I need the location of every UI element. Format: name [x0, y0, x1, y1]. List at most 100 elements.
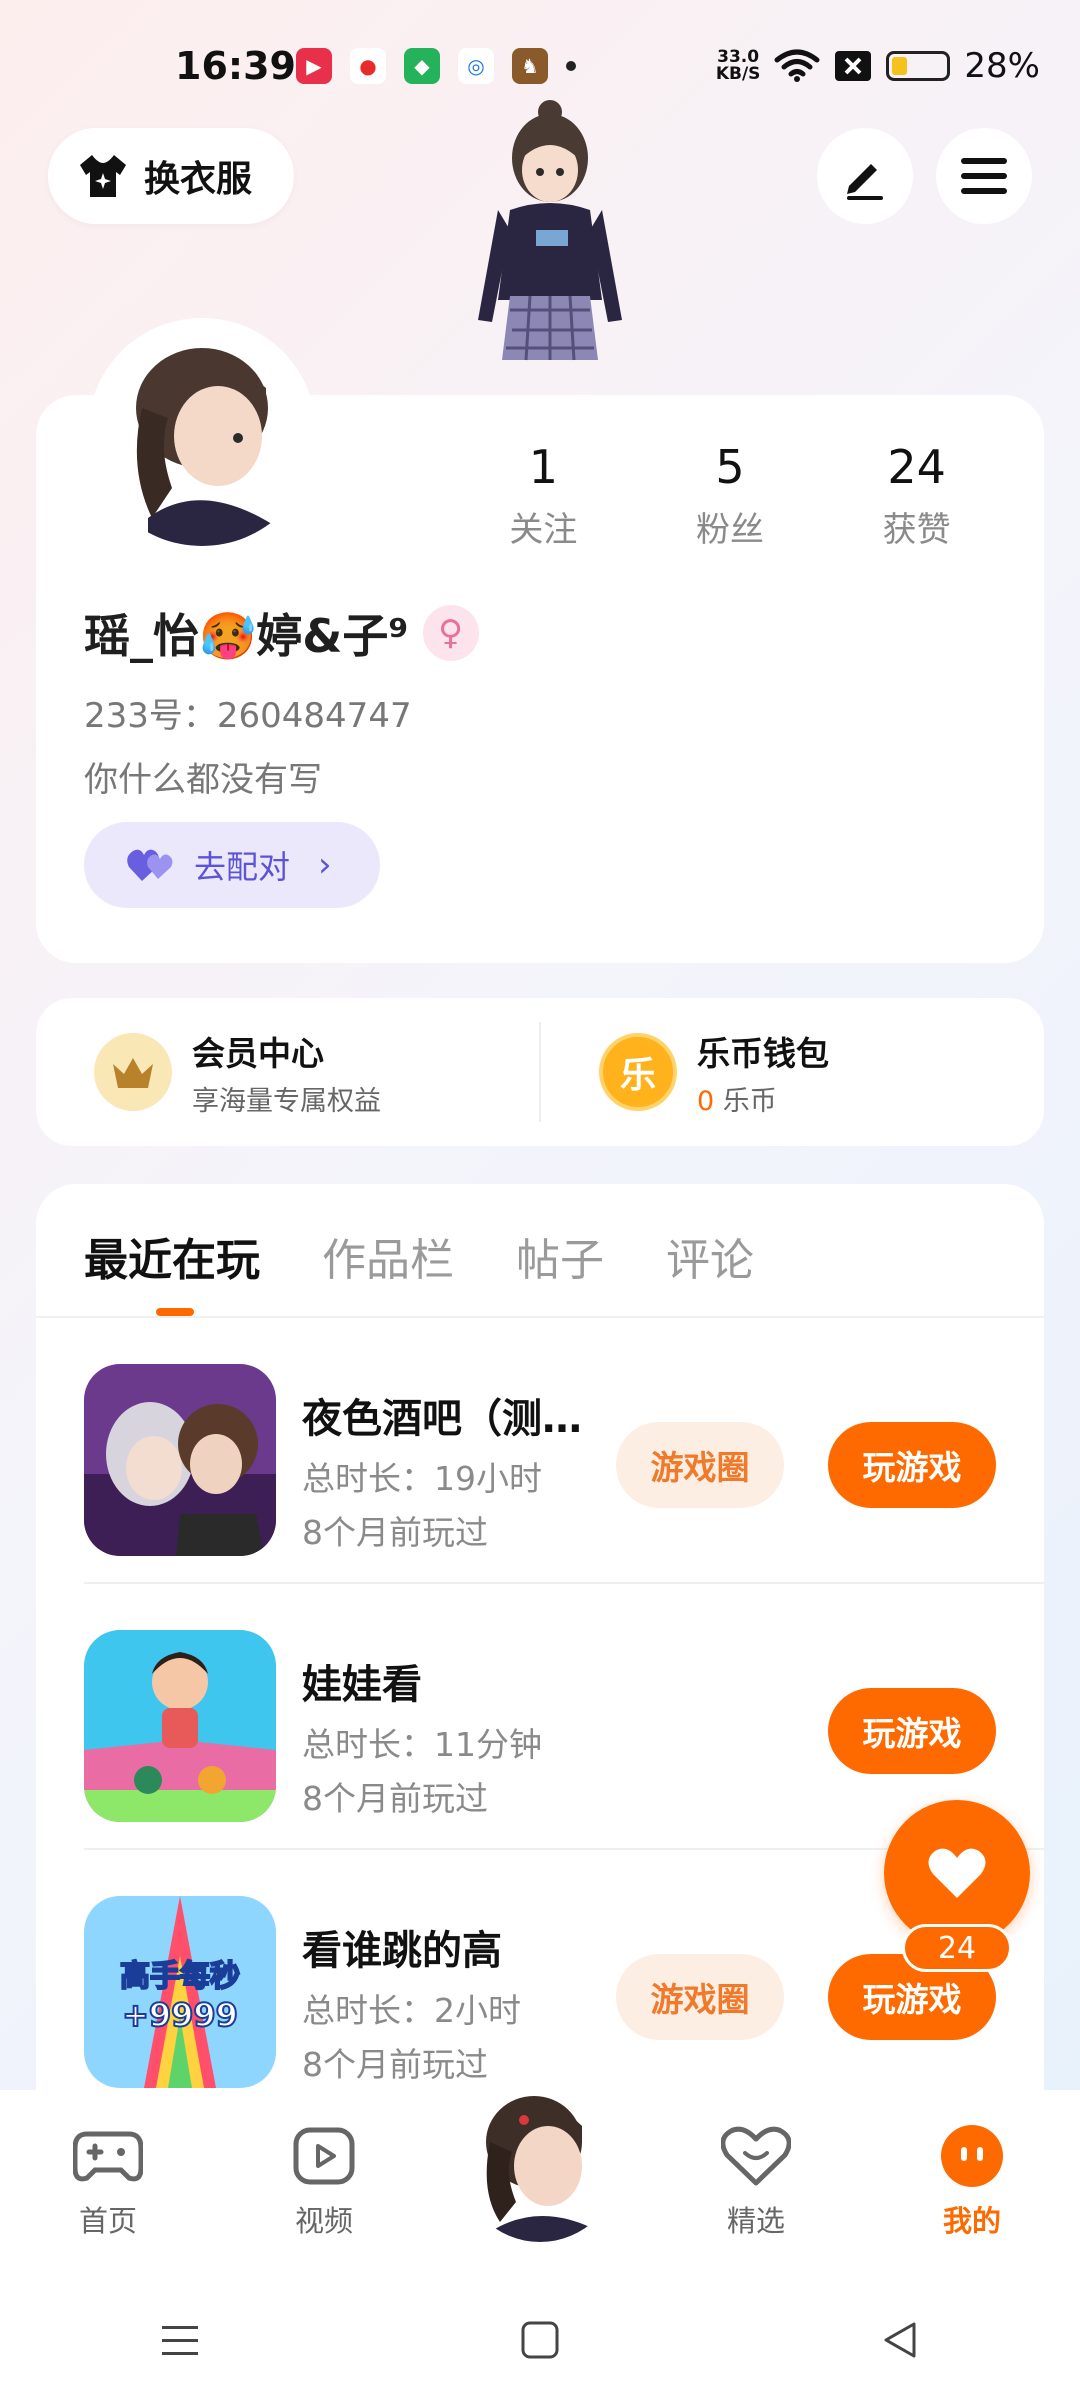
store-app-icon: ◆ — [404, 48, 440, 84]
recent-apps-icon[interactable] — [160, 2322, 200, 2358]
game-icon-text-2: +9999 — [122, 1996, 238, 2034]
browser-app-icon: ◎ — [458, 48, 494, 84]
coin-icon: 乐 — [599, 1033, 677, 1111]
system-navigation-bar — [0, 2280, 1080, 2400]
user-id: 233号：260484747 — [84, 696, 412, 736]
game-title: 娃娃看 — [302, 1662, 422, 1708]
pen-icon — [847, 164, 883, 200]
game-duration: 总时长：11分钟 — [302, 1725, 542, 1764]
tab-recent-played[interactable]: 最近在玩 — [84, 1224, 260, 1288]
followers-stat[interactable]: 5 粉丝 — [637, 440, 824, 551]
profile-avatar[interactable] — [88, 318, 316, 546]
wallet-unit: 乐币 — [722, 1085, 777, 1117]
wallet-balance: 0 乐币 — [697, 1079, 829, 1118]
home-icon[interactable] — [520, 2320, 560, 2360]
media-app-icon: ● — [350, 48, 386, 84]
video-icon — [288, 2120, 360, 2192]
heart-icon — [928, 1848, 986, 1898]
play-game-button[interactable]: 玩游戏 — [828, 1688, 996, 1774]
game-title: 夜色酒吧（测试服） — [302, 1396, 602, 1442]
nav-featured-label: 精选 — [726, 2204, 785, 2238]
game-last-played: 8个月前玩过 — [302, 1513, 488, 1552]
likes-count: 24 — [887, 440, 946, 494]
followers-count: 5 — [715, 440, 745, 494]
user-bio: 你什么都没有写 — [84, 760, 322, 800]
tab-comments[interactable]: 评论 — [666, 1224, 754, 1288]
game-row[interactable]: 娃娃看 总时长：11分钟 8个月前玩过 玩游戏 — [84, 1584, 1044, 1850]
following-count: 1 — [528, 440, 558, 494]
game-icon-doll — [84, 1630, 276, 1822]
status-time: 16:39 — [175, 44, 296, 88]
double-heart-icon — [127, 849, 173, 881]
pair-button[interactable]: 去配对 › — [84, 822, 380, 908]
back-icon[interactable] — [880, 2320, 920, 2360]
game-row[interactable]: 夜色酒吧（测试服） 总时长：19小时 8个月前玩过 游戏圈 玩游戏 — [84, 1318, 1044, 1584]
game-duration: 总时长：19小时 — [302, 1459, 542, 1498]
game-icon-text-1: 高手每秒 — [120, 1959, 240, 1994]
nav-home-label: 首页 — [78, 2204, 137, 2238]
wallet-entry[interactable]: 乐 乐币钱包 0 乐币 — [541, 998, 1044, 1146]
vip-subtitle: 享海量专属权益 — [192, 1085, 381, 1117]
net-speed-unit: KB/S — [715, 64, 761, 84]
heart-badge-icon — [720, 2120, 792, 2192]
username: 瑶_怡🥵婷&子⁹ — [84, 609, 409, 663]
crown-icon — [94, 1033, 172, 1111]
no-sim-icon — [835, 51, 872, 81]
game-app-icon: ♞ — [512, 48, 548, 84]
vip-center-entry[interactable]: 会员中心 享海量专属权益 — [36, 998, 539, 1146]
game-icon-night-bar — [84, 1364, 276, 1556]
profile-icon — [936, 2120, 1008, 2192]
likes-stat[interactable]: 24 获赞 — [823, 440, 1010, 551]
username-row: 瑶_怡🥵婷&子⁹ ♀ — [84, 600, 479, 666]
nav-home[interactable]: 首页 — [0, 2090, 216, 2280]
avatar-image — [88, 318, 316, 546]
nav-video[interactable]: 视频 — [216, 2090, 432, 2280]
chevron-right-icon: › — [318, 845, 332, 885]
game-last-played: 8个月前玩过 — [302, 2045, 488, 2084]
following-label: 关注 — [509, 510, 578, 550]
menu-button[interactable] — [936, 128, 1032, 224]
female-icon: ♀ — [422, 605, 479, 661]
member-wallet-card: 会员中心 享海量专属权益 乐 乐币钱包 0 乐币 — [36, 998, 1044, 1146]
avatar-3d-character[interactable] — [440, 100, 660, 400]
likes-label: 获赞 — [882, 510, 951, 550]
battery-icon — [886, 51, 951, 81]
wifi-icon — [774, 49, 820, 82]
profile-stats: 1 关注 5 粉丝 24 获赞 — [450, 440, 1010, 551]
nav-center-avatar[interactable] — [460, 2082, 620, 2242]
wallet-title: 乐币钱包 — [697, 1033, 829, 1073]
active-tab-indicator — [156, 1308, 194, 1316]
profile-tabs: 最近在玩 作品栏 帖子 评论 — [84, 1224, 754, 1288]
battery-percent: 28% — [964, 46, 1040, 86]
wallet-amount: 0 — [697, 1085, 715, 1117]
battery-fill — [892, 57, 908, 75]
shirt-icon — [80, 155, 126, 197]
nav-mine[interactable]: 我的 — [864, 2090, 1080, 2280]
game-icon-jump: 高手每秒 +9999 — [84, 1896, 276, 2088]
pair-label: 去配对 — [194, 848, 291, 886]
menu-icon — [961, 158, 1007, 194]
following-stat[interactable]: 1 关注 — [450, 440, 637, 551]
game-duration: 总时长：2小时 — [302, 1991, 521, 2030]
like-count-badge: 24 — [902, 1924, 1012, 1972]
nav-featured[interactable]: 精选 — [648, 2090, 864, 2280]
game-circle-button[interactable]: 游戏圈 — [616, 1954, 784, 2040]
status-notification-icons: ▶ ● ◆ ◎ ♞ — [296, 48, 576, 84]
tab-works[interactable]: 作品栏 — [322, 1224, 454, 1288]
change-outfit-button[interactable]: 换衣服 — [48, 128, 294, 224]
game-title: 看谁跳的高 — [302, 1928, 502, 1974]
network-speed: 33.0 KB/S — [716, 49, 761, 83]
game-circle-button[interactable]: 游戏圈 — [616, 1422, 784, 1508]
video-app-icon: ▶ — [296, 48, 332, 84]
game-last-played: 8个月前玩过 — [302, 1779, 488, 1818]
followers-label: 粉丝 — [696, 510, 764, 550]
nav-video-label: 视频 — [294, 2204, 353, 2238]
more-notifications-dot — [566, 61, 576, 71]
change-outfit-label: 换衣服 — [144, 159, 253, 200]
nav-mine-label: 我的 — [942, 2204, 1001, 2238]
edit-profile-button[interactable] — [817, 128, 913, 224]
vip-title: 会员中心 — [192, 1033, 324, 1073]
tab-posts[interactable]: 帖子 — [516, 1224, 604, 1288]
avatar-image — [460, 2082, 620, 2242]
play-game-button[interactable]: 玩游戏 — [828, 1422, 996, 1508]
